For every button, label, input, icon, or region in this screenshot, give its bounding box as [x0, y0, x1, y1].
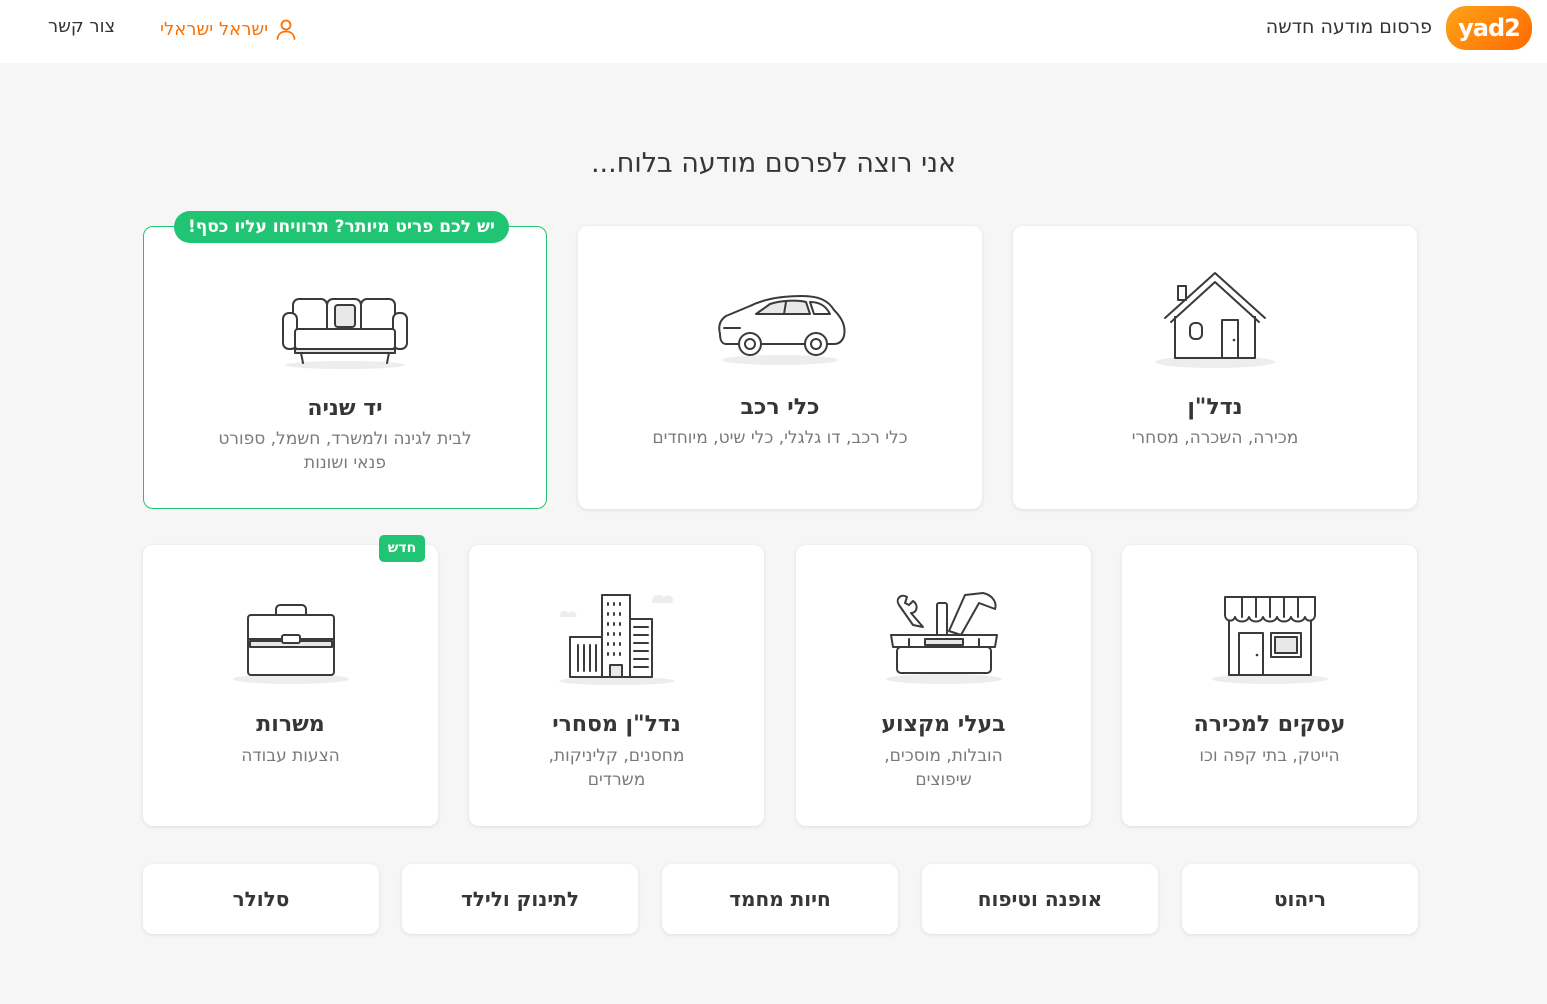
- category-title: נדל"ן: [1187, 395, 1243, 420]
- user-name: ישראל ישראלי: [160, 18, 269, 40]
- buildings-icon: [558, 594, 675, 685]
- category-subtitle: כלי רכב, דו גלגלי, כלי שיט, מיוחדים: [652, 428, 908, 448]
- category-pill-furniture[interactable]: ריהוט: [1182, 864, 1418, 934]
- sofa-icon: [282, 298, 408, 369]
- category-card-professionals[interactable]: בעלי מקצוע הובלות, מוסכים, שיפוצים: [796, 545, 1091, 826]
- car-icon: [718, 295, 846, 365]
- category-title: נדל"ן מסחרי: [552, 712, 681, 737]
- category-subtitle: לבית לגינה ולמשרד, חשמל, ספורט פנאי ושונ…: [218, 429, 472, 473]
- top-header: yad2 פרסום מודעה חדשה ישראל ישראלי צור ק…: [0, 0, 1547, 63]
- category-pill-fashion[interactable]: אופנה וטיפוח: [922, 864, 1158, 934]
- category-title: עסקים למכירה: [1193, 712, 1346, 737]
- category-subtitle: הייטק, בתי קפה וכו: [1199, 746, 1340, 766]
- category-title: בעלי מקצוע: [881, 712, 1006, 737]
- promo-badge: יש לכם פריט מיותר? תרוויחו עליו כסף!: [174, 211, 509, 243]
- yad2-logo[interactable]: yad2: [1446, 6, 1532, 50]
- house-icon: [1155, 272, 1275, 368]
- category-pill-pets[interactable]: חיות מחמד: [662, 864, 898, 934]
- user-icon: [276, 19, 296, 40]
- category-title: כלי רכב: [740, 395, 820, 420]
- category-subtitle: מכירה, השכרה, מסחרי: [1131, 428, 1299, 448]
- category-title: משרות: [256, 712, 325, 737]
- category-subtitle: הובלות, מוסכים, שיפוצים: [884, 746, 1003, 790]
- category-card-vehicles[interactable]: כלי רכב כלי רכב, דו גלגלי, כלי שיט, מיוח…: [578, 226, 982, 509]
- briefcase-icon: [232, 604, 349, 684]
- contact-link[interactable]: צור קשר: [48, 16, 115, 37]
- category-subtitle: מחסנים, קליניקות, משרדים: [548, 746, 685, 790]
- category-card-real-estate[interactable]: נדל"ן מכירה, השכרה, מסחרי: [1013, 226, 1417, 509]
- new-badge: חדש: [379, 535, 425, 562]
- user-menu-link[interactable]: ישראל ישראלי: [160, 16, 298, 42]
- category-card-commercial-real-estate[interactable]: נדל"ן מסחרי מחסנים, קליניקות, משרדים: [469, 545, 764, 826]
- category-card-business-for-sale[interactable]: עסקים למכירה הייטק, בתי קפה וכו: [1122, 545, 1417, 826]
- category-pill-cellular[interactable]: סלולר: [143, 864, 379, 934]
- store-icon: [1211, 596, 1328, 684]
- category-card-jobs[interactable]: חדש משרות הצעות עבודה: [143, 535, 438, 826]
- page-title: אני רוצה לפרסם מודעה בלוח...: [590, 148, 957, 179]
- toolbox-icon: [885, 592, 1002, 684]
- category-pill-baby-kids[interactable]: לתינוק ולילד: [402, 864, 638, 934]
- category-card-second-hand[interactable]: יש לכם פריט מיותר? תרוויחו עליו כסף! יד …: [143, 211, 547, 509]
- header-title: פרסום מודעה חדשה: [1265, 16, 1432, 38]
- category-title: יד שניה: [307, 396, 383, 421]
- category-subtitle: הצעות עבודה: [241, 746, 340, 766]
